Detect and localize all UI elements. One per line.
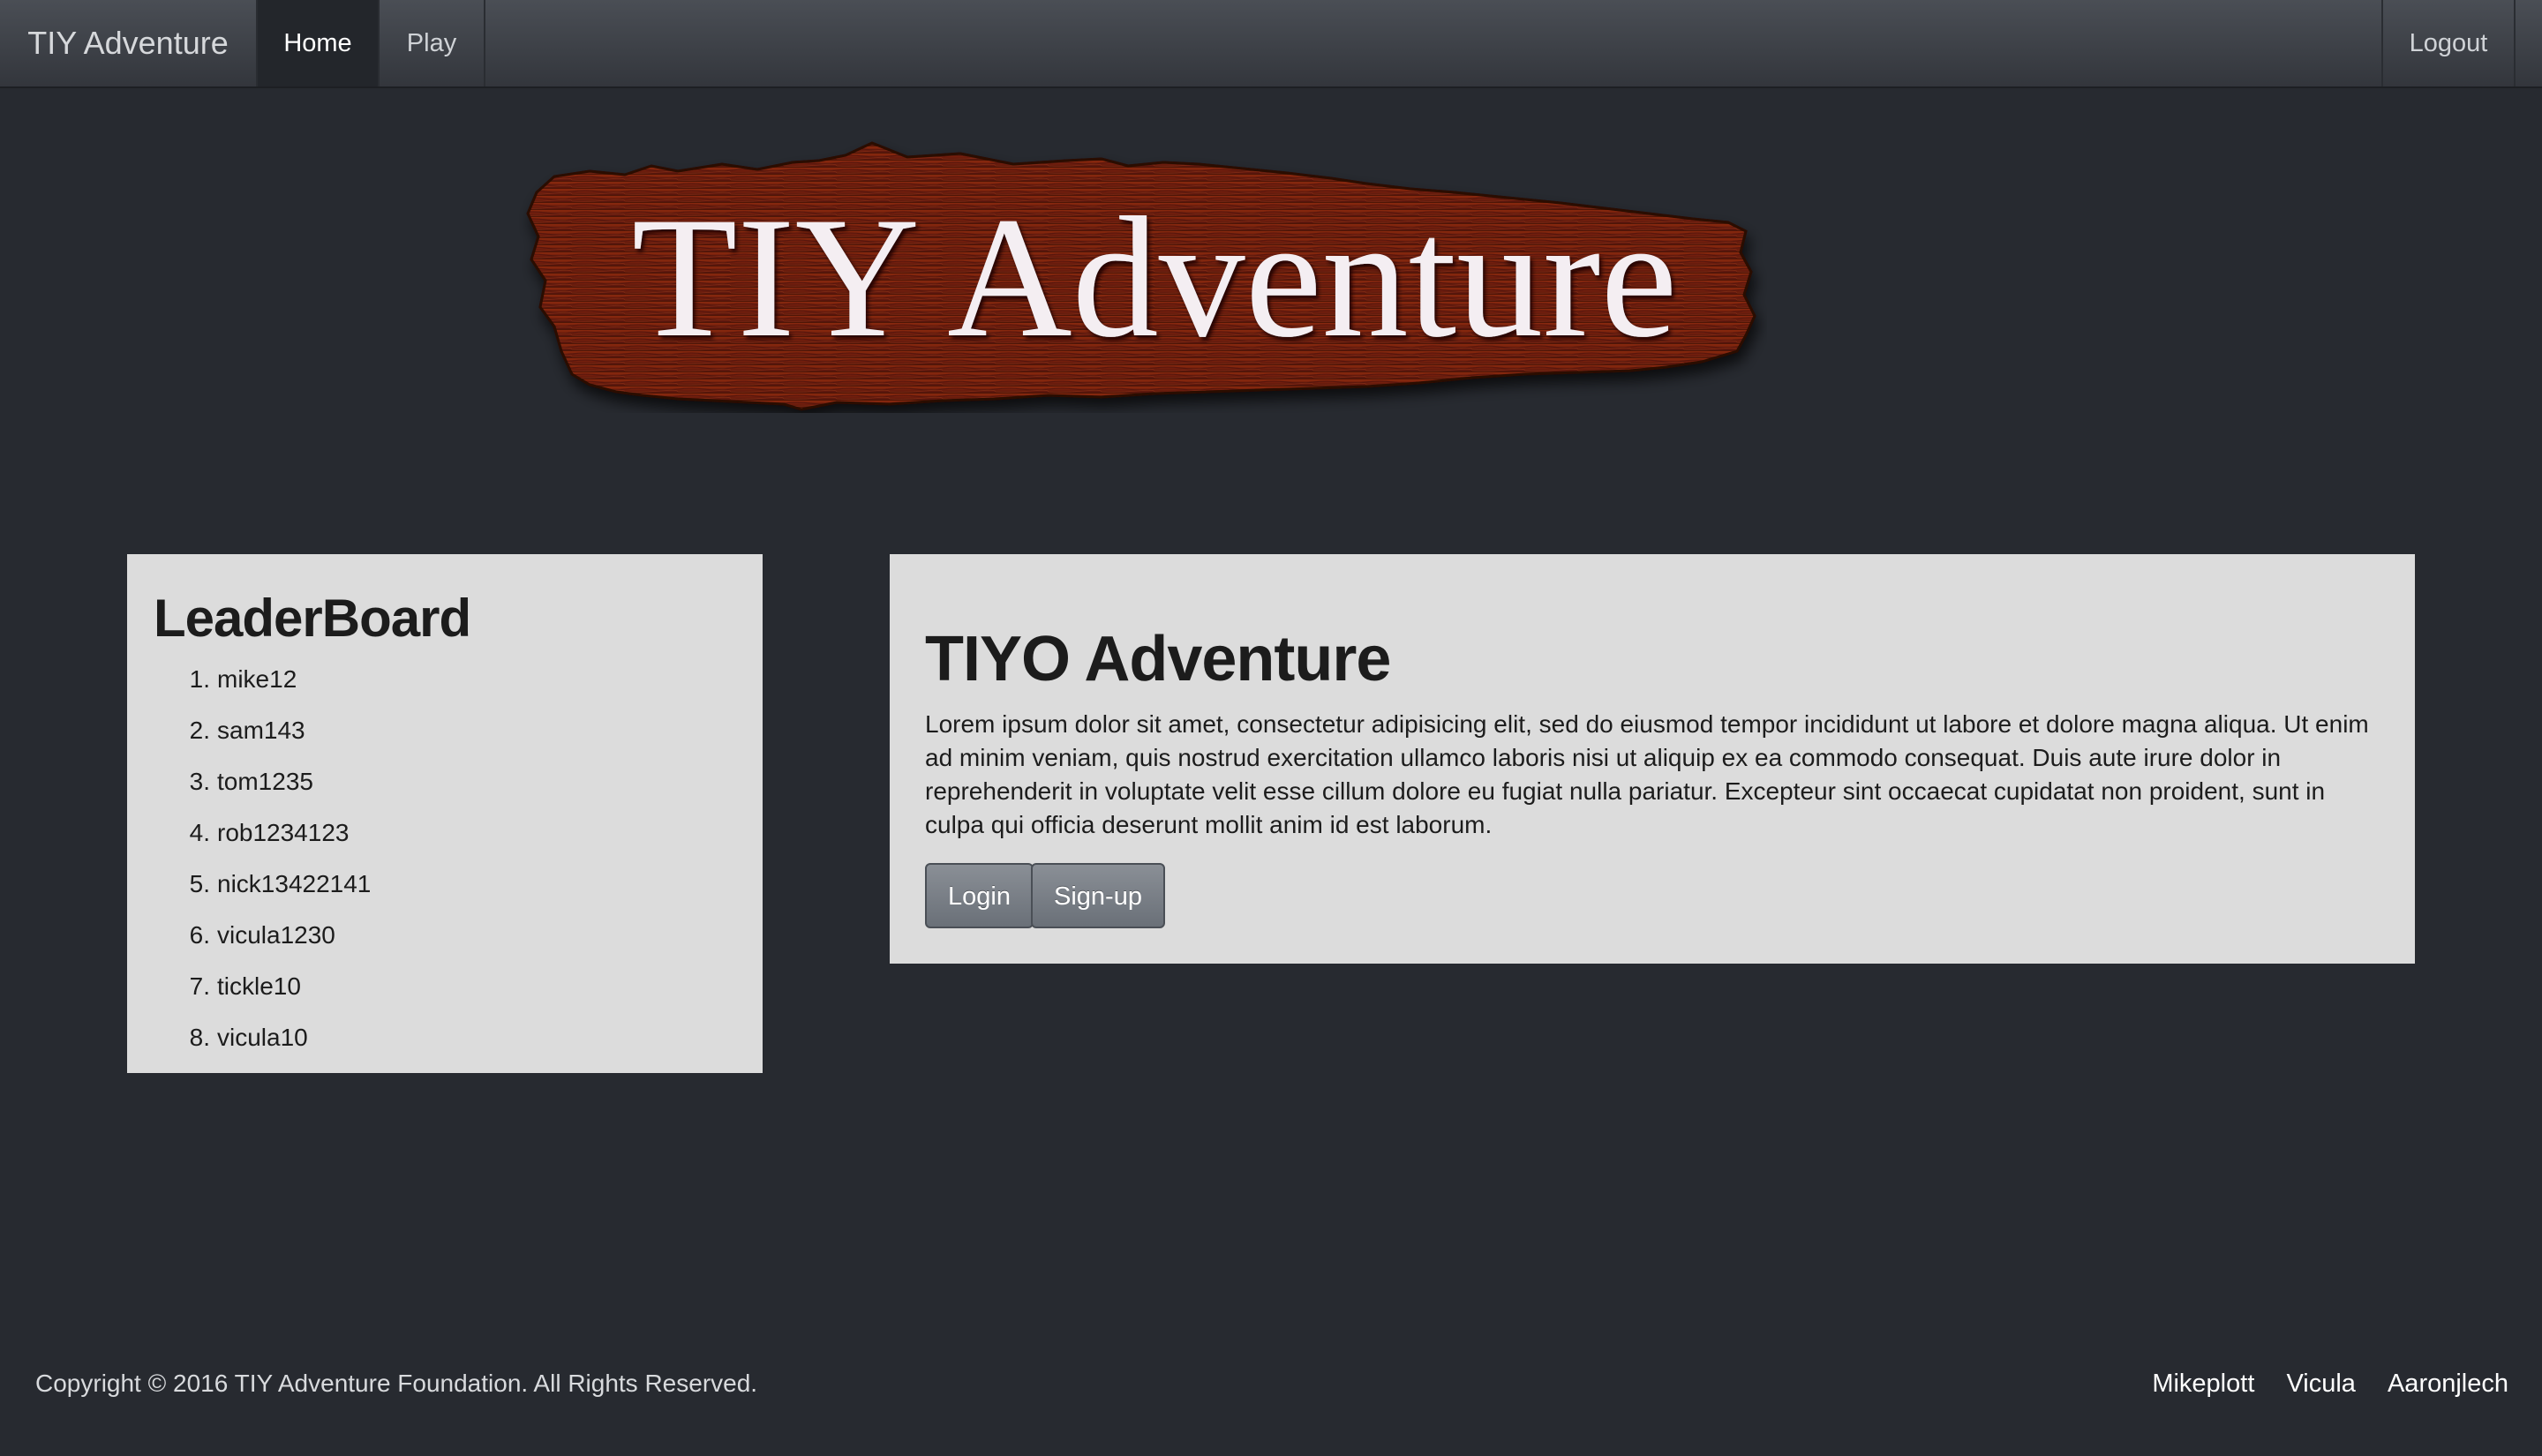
intro-title: TIYO Adventure — [925, 624, 1391, 694]
player-name: sam143 — [217, 717, 305, 744]
rank-number: 1. — [189, 665, 210, 693]
rank-number: 6. — [189, 921, 210, 949]
rank-number: 8. — [189, 1024, 210, 1051]
leaderboard-title: LeaderBoard — [154, 589, 471, 648]
leaderboard-panel: LeaderBoard 1. mike12 2. sam143 3. tom1235 … — [127, 554, 763, 1073]
list-item: 5. nick13422141 — [180, 867, 372, 918]
footer-link-aaronjlech[interactable]: Aaronjlech — [2388, 1370, 2508, 1398]
footer-link-mikeplott[interactable]: Mikeplott — [2152, 1370, 2254, 1398]
footer-copyright: Copyright © 2016 TIY Adventure Foundatio… — [35, 1370, 758, 1397]
logout-link[interactable]: Logout — [2381, 0, 2516, 86]
rank-number: 2. — [189, 717, 210, 744]
login-button[interactable]: Login — [925, 863, 1034, 928]
player-name: tickle10 — [217, 972, 301, 1000]
rank-number: 5. — [189, 870, 210, 897]
top-navbar: TIY Adventure Home Play Logout — [0, 0, 2542, 88]
logo-text: TIY Adventure — [632, 182, 1678, 373]
logo-banner: TIY Adventure — [519, 139, 1767, 413]
footer-links: Mikeplott Vicula Aaronjlech — [2127, 1370, 2508, 1399]
rank-number: 4. — [189, 819, 210, 846]
player-name: mike12 — [217, 665, 297, 693]
list-item: 2. sam143 — [180, 713, 371, 764]
leaderboard-list: 1. mike12 2. sam143 3. tom1235 4. rob1234123… — [180, 662, 372, 1071]
list-item: 8. vicula10 — [180, 1020, 371, 1071]
brand-link[interactable]: TIY Adventure — [0, 0, 258, 86]
player-name: vicula10 — [217, 1024, 308, 1051]
intro-panel: TIYO Adventure Lorem ipsum dolor sit ame… — [890, 554, 2415, 964]
intro-body: Lorem ipsum dolor sit amet, consectetur … — [925, 710, 2369, 838]
rank-number: 7. — [189, 972, 210, 1000]
list-item: 3. tom1235 — [180, 764, 371, 815]
nav-play[interactable]: Play — [380, 0, 485, 86]
player-name: vicula1230 — [217, 921, 335, 949]
rank-number: 3. — [189, 768, 210, 795]
wood-sign-logo: TIY Adventure — [526, 141, 1756, 411]
list-item: 7. tickle10 — [180, 969, 371, 1020]
player-name: rob1234123 — [217, 819, 350, 846]
list-item: 4. rob1234123 — [180, 815, 371, 867]
footer-link-vicula[interactable]: Vicula — [2286, 1370, 2355, 1398]
player-name: tom1235 — [217, 768, 313, 795]
list-item: 1. mike12 — [180, 662, 371, 713]
list-item: 6. vicula1230 — [180, 918, 371, 969]
signup-button[interactable]: Sign-up — [1031, 863, 1165, 928]
nav-home[interactable]: Home — [258, 0, 380, 86]
player-name: nick13422141 — [217, 870, 372, 897]
